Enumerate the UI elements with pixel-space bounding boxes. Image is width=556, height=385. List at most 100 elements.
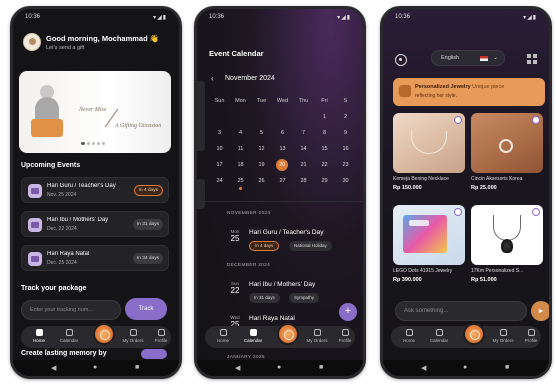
calendar-day[interactable]: 29	[314, 175, 335, 187]
calendar-day[interactable]: 2	[335, 111, 356, 123]
event-name[interactable]: Hari Guru / Teacher's Day	[249, 229, 323, 236]
home-circle-icon[interactable]: ●	[463, 364, 467, 371]
calendar-day[interactable]: 15	[314, 143, 335, 155]
avatar[interactable]	[23, 33, 41, 51]
calendar-icon	[28, 252, 42, 266]
back-icon[interactable]: ◀	[421, 364, 426, 372]
calendar-day[interactable]: 10	[209, 143, 230, 155]
carousel-indicator[interactable]	[81, 142, 107, 145]
favorite-icon[interactable]	[454, 116, 462, 124]
product-card[interactable]: Cincin Aksesoris Korea Rp 25.000	[471, 113, 543, 195]
calendar-icon	[65, 329, 73, 336]
home-circle-icon[interactable]: ●	[277, 364, 281, 371]
favorite-icon[interactable]	[532, 208, 540, 216]
event-card[interactable]: Hari Guru / Teacher's Day Nov. 25 2024 I…	[21, 177, 169, 203]
back-icon[interactable]: ◀	[51, 364, 56, 372]
nav-home[interactable]: Home	[395, 329, 423, 343]
gift-center-button[interactable]	[93, 323, 115, 345]
product-card[interactable]: Kemeja Bening Necklace Rp 150.000	[393, 113, 465, 195]
calendar-day[interactable]: 5	[251, 127, 272, 139]
back-icon[interactable]: ◀	[235, 364, 240, 372]
lasting-chip[interactable]	[141, 349, 167, 359]
language-selector[interactable]: English ⌄	[431, 50, 505, 66]
weekday-label: Mon	[235, 98, 246, 104]
recents-icon[interactable]: ■	[505, 364, 509, 371]
gift-center-button[interactable]	[277, 323, 299, 345]
favorite-icon[interactable]	[532, 116, 540, 124]
recents-icon[interactable]: ■	[135, 364, 139, 371]
nav-home[interactable]: Home	[209, 329, 237, 343]
nav-my-orders[interactable]: My Orders	[119, 329, 147, 343]
tracking-number-input[interactable]	[21, 300, 121, 320]
event-name[interactable]: Hari Raya Natal	[249, 315, 295, 322]
nav-profile[interactable]: Profile	[147, 329, 175, 343]
calendar-day[interactable]: 19	[251, 159, 272, 171]
grid-view-icon[interactable]	[527, 54, 537, 64]
nav-my-orders[interactable]: My Orders	[303, 329, 331, 343]
promo-title: Personalized Jewelry Unique piece	[415, 84, 505, 90]
event-card[interactable]: Hari Ibu / Mothers' Day Dec. 22 2024 In …	[21, 211, 169, 237]
orders-icon	[313, 329, 321, 336]
calendar-icon	[435, 329, 443, 336]
calendar-week: 24 25 26 27 28 29 30	[209, 175, 357, 191]
calendar-day[interactable]: 4	[230, 127, 251, 139]
home-icon	[219, 329, 227, 336]
month-section-label: NOVEMBER 2024	[227, 211, 271, 216]
calendar-day[interactable]: 6	[272, 127, 293, 139]
product-card[interactable]: 17Km Personalized S... Rp 51.000	[471, 205, 543, 287]
calendar-day[interactable]: 28	[293, 175, 314, 187]
track-button[interactable]: Track	[125, 298, 167, 320]
bottom-navigation: Home Calendar My Orders Profile	[21, 323, 171, 348]
nav-calendar[interactable]: Calendar	[55, 329, 83, 343]
nav-my-orders[interactable]: My Orders	[489, 329, 517, 343]
weekday-label: Wed	[276, 98, 289, 104]
banner-text-1: Never Miss	[79, 107, 107, 113]
product-card[interactable]: LEGO Dots 41915 Jewelry Rp 390.000	[393, 205, 465, 287]
calendar-day[interactable]: 17	[209, 159, 230, 171]
gift-center-button[interactable]	[463, 323, 485, 345]
calendar-day[interactable]: 20	[276, 159, 288, 171]
calendar-day[interactable]: 25	[230, 175, 251, 190]
prev-month-icon[interactable]: ‹	[211, 74, 214, 83]
calendar-day[interactable]: 24	[209, 175, 230, 187]
nav-profile[interactable]: Profile	[517, 329, 545, 343]
calendar-day[interactable]: 21	[293, 159, 314, 171]
calendar-day[interactable]: 12	[251, 143, 272, 155]
add-event-button[interactable]: +	[339, 303, 357, 321]
calendar-day[interactable]: 23	[335, 159, 356, 171]
weekday-label: Fri	[321, 98, 328, 104]
calendar-screen: 10:36 ▾◢▮ Event Calendar ‹ November 2024…	[197, 9, 363, 376]
calendar-day[interactable]: 22	[314, 159, 335, 171]
calendar-day[interactable]: 1	[314, 111, 335, 123]
favorite-icon[interactable]	[454, 208, 462, 216]
send-button[interactable]: ►	[531, 301, 549, 321]
calendar-day[interactable]: 3	[209, 127, 230, 139]
nav-calendar[interactable]: Calendar	[239, 329, 267, 343]
calendar-day[interactable]: 18	[230, 159, 251, 171]
nav-profile[interactable]: Profile	[331, 329, 359, 343]
calendar-day[interactable]: 14	[293, 143, 314, 155]
calendar-day[interactable]: 11	[230, 143, 251, 155]
ask-something-input[interactable]	[395, 301, 527, 321]
calendar-day[interactable]: 26	[251, 175, 272, 187]
event-countdown-badge: In 34 days	[132, 253, 163, 264]
event-countdown-badge: In 31 days	[132, 219, 163, 230]
event-date: Dec. 25 2024	[47, 260, 77, 266]
nav-calendar[interactable]: Calendar	[425, 329, 453, 343]
calendar-day[interactable]: 13	[272, 143, 293, 155]
calendar-day[interactable]: 27	[272, 175, 293, 187]
lasting-memory-heading: Create lasting memory by	[21, 350, 107, 357]
event-card[interactable]: Hari Raya Natal Dec. 25 2024 In 34 days	[21, 245, 169, 271]
calendar-day[interactable]: 7	[293, 127, 314, 139]
home-circle-icon[interactable]: ●	[93, 364, 97, 371]
event-name[interactable]: Hari Ibu / Mothers' Day	[249, 281, 315, 288]
calendar-day[interactable]: 9	[335, 127, 356, 139]
calendar-day[interactable]: 8	[314, 127, 335, 139]
nav-home[interactable]: Home	[25, 329, 53, 343]
calendar-day[interactable]: 16	[335, 143, 356, 155]
promo-banner[interactable]: Never Miss A Gifting Occasion	[19, 71, 171, 153]
recents-icon[interactable]: ■	[319, 364, 323, 371]
calendar-day[interactable]: 30	[335, 175, 356, 187]
personalized-jewelry-banner[interactable]: Personalized Jewelry Unique piece reflec…	[393, 78, 545, 106]
greeting-title: Good morning, Mochammad 👋	[46, 34, 160, 43]
